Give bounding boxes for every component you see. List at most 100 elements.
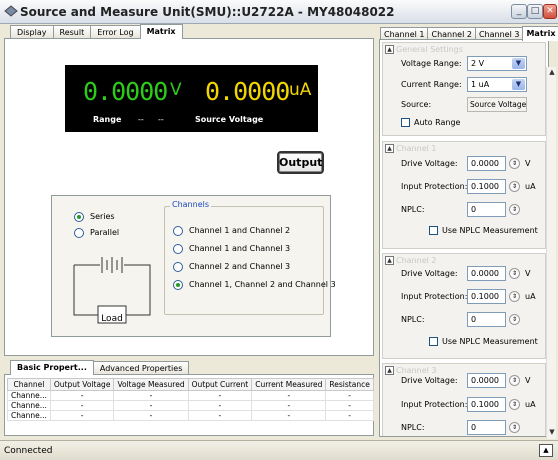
source-value: Source Voltage	[467, 97, 527, 112]
drive-voltage-input[interactable]: 0.0000	[467, 373, 506, 388]
channel-radio[interactable]	[173, 225, 183, 236]
nplc-input[interactable]: 0	[467, 312, 506, 327]
channel-option-label: Channel 1 and Channel 3	[189, 244, 291, 253]
channel-1-header[interactable]: ▲ Channel 1	[385, 144, 436, 153]
tab-matrix[interactable]: Matrix	[139, 24, 183, 39]
nplc-input[interactable]: 0	[467, 420, 506, 435]
spinner-icon[interactable]: ⇕	[509, 422, 520, 433]
general-settings-header[interactable]: ▲ General Settings	[385, 45, 463, 54]
status-bar: Connected ▲	[0, 440, 558, 460]
use-nplc-option[interactable]: Use NPLC Measurement	[429, 226, 538, 235]
parallel-radio[interactable]	[74, 227, 84, 238]
drive-voltage-label: Drive Voltage:	[401, 376, 458, 385]
minimize-button[interactable]: _	[511, 4, 527, 19]
load-label: Load	[101, 314, 123, 324]
input-protection-input[interactable]: 0.1000	[467, 397, 506, 412]
collapse-icon[interactable]: ▲	[385, 45, 394, 54]
spinner-icon[interactable]: ⇕	[509, 291, 520, 302]
channel-option-1-3[interactable]: Channel 1 and Channel 3	[173, 243, 290, 255]
column-header[interactable]: Resistance	[325, 378, 374, 391]
drive-voltage-input[interactable]: 0.0000	[467, 266, 506, 281]
output-button[interactable]: Output	[277, 151, 324, 174]
channel-option-label: Channel 1, Channel 2 and Channel 3	[189, 280, 336, 289]
table-cell: -	[49, 410, 115, 421]
column-header[interactable]: Channel	[7, 378, 51, 391]
input-protection-label: Input Protection:	[401, 400, 468, 409]
close-button[interactable]: ✕	[543, 4, 557, 19]
spinner-icon[interactable]: ⇕	[509, 314, 520, 325]
table-cell: -	[251, 400, 327, 411]
voltage-range-label: Voltage Range:	[401, 59, 462, 68]
column-header[interactable]: Output Voltage	[49, 378, 115, 391]
tab-display[interactable]: Display	[10, 25, 54, 39]
input-protection-input[interactable]: 0.1000	[467, 289, 506, 304]
parallel-option[interactable]: Parallel	[74, 227, 119, 239]
tab-error-log[interactable]: Error Log	[90, 25, 141, 39]
spinner-icon[interactable]: ⇕	[509, 399, 520, 410]
use-nplc-checkbox[interactable]	[429, 337, 438, 346]
use-nplc-label: Use NPLC Measurement	[442, 337, 538, 346]
series-label: Series	[90, 212, 115, 221]
chevron-down-icon[interactable]: ▼	[512, 79, 525, 90]
results-table: Channel Output Voltage Voltage Measured …	[7, 378, 374, 421]
channel-option-1-2[interactable]: Channel 1 and Channel 2	[173, 225, 290, 237]
nplc-input[interactable]: 0	[467, 202, 506, 217]
use-nplc-checkbox[interactable]	[429, 226, 438, 235]
maximize-button[interactable]: □	[527, 4, 543, 19]
scroll-up-icon[interactable]: ▲	[547, 67, 557, 77]
parallel-label: Parallel	[90, 228, 120, 237]
table-row[interactable]: Channe... - - - - -	[7, 400, 374, 411]
expand-icon[interactable]: ▲	[539, 444, 553, 457]
spinner-icon[interactable]: ⇕	[509, 268, 520, 279]
channel-radio[interactable]	[173, 261, 183, 272]
table-cell: Channe...	[7, 400, 51, 411]
column-header[interactable]: Voltage Measured	[113, 378, 189, 391]
current-unit: uA	[289, 80, 312, 100]
table-cell: -	[187, 400, 253, 411]
collapse-icon[interactable]: ▲	[385, 366, 394, 375]
source-mode-label: Source Voltage	[195, 115, 264, 124]
scroll-down-icon[interactable]: ▼	[547, 427, 557, 437]
spinner-icon[interactable]: ⇕	[509, 375, 520, 386]
channel-option-1-2-3[interactable]: Channel 1, Channel 2 and Channel 3	[173, 279, 336, 291]
column-header[interactable]: Output Current	[187, 378, 253, 391]
tab-right-matrix[interactable]: Matrix	[522, 26, 558, 41]
channel-option-2-3[interactable]: Channel 2 and Channel 3	[173, 261, 290, 273]
chevron-down-icon[interactable]: ▼	[512, 58, 525, 69]
column-header[interactable]: Current Measured	[251, 378, 327, 391]
status-text: Connected	[4, 446, 53, 456]
drive-voltage-input[interactable]: 0.0000	[467, 156, 506, 171]
source-label: Source:	[401, 100, 432, 109]
voltage-range-select[interactable]: 2 V ▼	[467, 56, 527, 71]
settings-scrollbar[interactable]: ▲ ▼	[546, 67, 556, 439]
table-cell: -	[113, 410, 189, 421]
collapse-icon[interactable]: ▲	[385, 144, 394, 153]
channel-radio[interactable]	[173, 279, 183, 290]
auto-range-option[interactable]: Auto Range	[401, 118, 460, 127]
select-value: 1 uA	[471, 80, 490, 89]
main-tab-strip: Display Result Error Log Matrix	[10, 24, 183, 39]
table-row[interactable]: Channe... - - - - -	[7, 390, 374, 401]
spinner-icon[interactable]: ⇕	[509, 181, 520, 192]
channel-option-label: Channel 2 and Channel 3	[189, 262, 291, 271]
channel-3-header[interactable]: ▲ Channel 3	[385, 366, 436, 375]
channel-2-header[interactable]: ▲ Channel 2	[385, 256, 436, 265]
series-radio[interactable]	[74, 211, 84, 222]
table-cell: -	[325, 410, 374, 421]
spinner-icon[interactable]: ⇕	[509, 158, 520, 169]
tab-result[interactable]: Result	[52, 25, 92, 39]
spinner-icon[interactable]: ⇕	[509, 204, 520, 215]
nplc-label: NPLC:	[401, 315, 425, 324]
collapse-icon[interactable]: ▲	[385, 256, 394, 265]
current-range-select[interactable]: 1 uA ▼	[467, 77, 527, 92]
use-nplc-option[interactable]: Use NPLC Measurement	[429, 337, 538, 346]
channel-radio[interactable]	[173, 243, 183, 254]
tab-advanced-properties[interactable]: Advanced Properties	[92, 361, 190, 375]
auto-range-checkbox[interactable]	[401, 118, 410, 127]
input-protection-unit: uA	[525, 292, 536, 301]
tab-basic-properties[interactable]: Basic Propert...	[10, 360, 94, 375]
series-option[interactable]: Series	[74, 211, 115, 223]
channel-3-group: ▲ Channel 3 Drive Voltage: 0.0000 ⇕ V Inp…	[382, 363, 546, 436]
table-row[interactable]: Channe... - - - - -	[7, 410, 374, 421]
input-protection-input[interactable]: 0.1000	[467, 179, 506, 194]
